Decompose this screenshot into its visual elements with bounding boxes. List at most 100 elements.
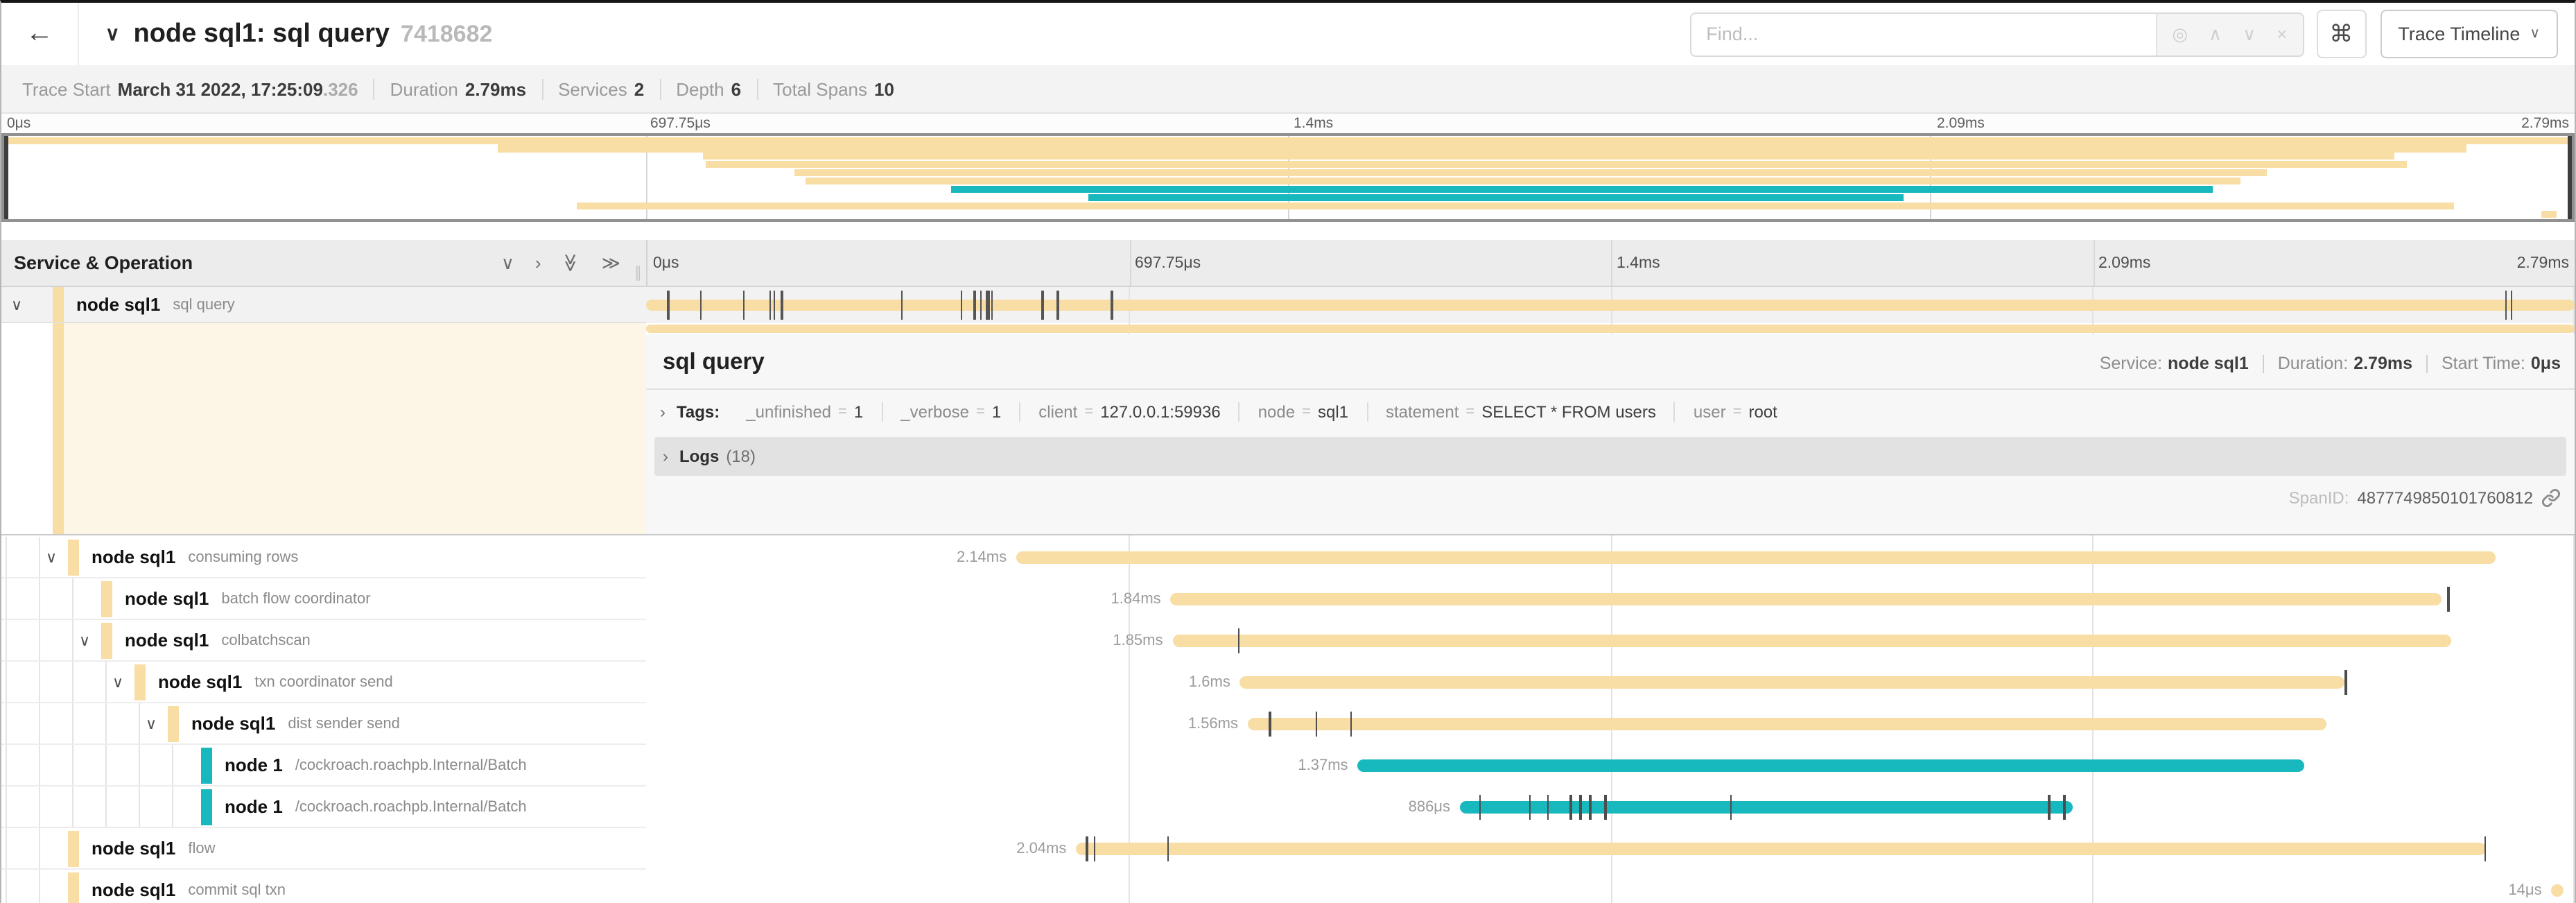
span-bar[interactable] [1358,759,2305,772]
span-row-timeline-cell[interactable] [646,287,2575,323]
collapse-one-icon[interactable]: ∨ [501,254,514,272]
log-marker[interactable] [1041,291,1043,320]
minimap-right-handle[interactable] [2568,136,2572,219]
span-bar[interactable] [1248,718,2326,730]
logs-accordion[interactable]: › Logs (18) [654,437,2566,476]
locate-icon[interactable]: ◎ [2172,25,2188,43]
log-marker[interactable] [1479,795,1481,820]
log-marker[interactable] [668,291,670,320]
span-row[interactable]: ∨node sql1consuming rows2.14ms [1,537,2575,578]
log-marker[interactable] [991,291,993,320]
log-marker[interactable] [1269,712,1271,737]
log-marker[interactable] [1547,795,1549,820]
log-marker[interactable] [1589,795,1591,820]
chevron-down-icon[interactable]: ∨ [46,548,57,566]
span-bar[interactable] [646,300,2575,311]
back-button[interactable]: ← [1,3,79,65]
find-input[interactable] [1691,13,2155,55]
span-row-timeline-cell[interactable]: 1.85ms [646,620,2575,662]
log-marker[interactable] [974,291,976,320]
log-marker[interactable] [2048,795,2051,820]
find-next-icon[interactable]: ∨ [2243,25,2256,43]
log-marker[interactable] [1570,795,1572,820]
log-marker[interactable] [769,291,772,320]
chevron-down-icon[interactable]: ∨ [112,673,123,691]
span-row-timeline-cell[interactable]: 2.14ms [646,537,2575,578]
minimap-left-handle[interactable] [4,136,8,219]
keyboard-shortcuts-button[interactable]: ⌘ [2316,10,2366,58]
log-marker[interactable] [1579,795,1581,820]
trace-collapse-icon[interactable]: ∨ [105,22,120,46]
column-resize-grip[interactable]: ∥ [634,264,642,286]
span-row-timeline-cell[interactable]: 1.84ms [646,578,2575,620]
span-bar[interactable] [1016,551,2496,564]
log-marker[interactable] [980,291,982,320]
span-row-name-cell[interactable]: node sql1flow [1,828,646,870]
log-marker[interactable] [1350,712,1352,737]
span-row[interactable]: ∨node sql1sql query [1,287,2575,323]
span-row-name-cell[interactable]: node sql1batch flow coordinator [1,578,646,620]
chevron-down-icon[interactable]: ∨ [146,714,157,732]
span-row[interactable]: node 1/cockroach.roachpb.Internal/Batch8… [1,786,2575,828]
span-row-timeline-cell[interactable]: 2.04ms [646,828,2575,870]
log-marker[interactable] [2447,587,2449,612]
log-marker[interactable] [742,291,745,320]
log-marker[interactable] [2345,670,2347,695]
log-marker[interactable] [1529,795,1531,820]
span-row[interactable]: node sql1batch flow coordinator1.84ms [1,578,2575,620]
span-row-name-cell[interactable]: ∨node sql1consuming rows [1,537,646,578]
timeline-minimap[interactable] [1,133,2575,222]
log-marker[interactable] [700,291,702,320]
span-row-name-cell[interactable]: node sql1commit sql txn [1,870,646,903]
span-row-timeline-cell[interactable]: 886μs [646,786,2575,828]
span-row-name-cell[interactable]: ∨node sql1txn coordinator send [1,662,646,703]
log-marker[interactable] [1238,628,1240,653]
log-marker[interactable] [2484,836,2486,861]
span-row-timeline-cell[interactable]: 1.56ms [646,703,2575,745]
log-marker[interactable] [1730,795,1732,820]
span-row[interactable]: ∨node sql1dist sender send1.56ms [1,703,2575,745]
log-marker[interactable] [1093,836,1095,861]
find-clear-icon[interactable]: × [2277,25,2287,43]
span-bar[interactable] [1171,593,2442,605]
log-marker[interactable] [1057,291,1059,320]
span-row[interactable]: node 1/cockroach.roachpb.Internal/Batch1… [1,745,2575,786]
log-marker[interactable] [1315,712,1317,737]
span-row-timeline-cell[interactable]: 14μs [646,870,2575,903]
span-row[interactable]: node sql1commit sql txn14μs [1,870,2575,903]
span-bar[interactable] [1460,801,2073,814]
span-row-name-cell[interactable]: ∨node sql1colbatchscan [1,620,646,662]
chevron-down-icon[interactable]: ∨ [79,631,90,649]
log-marker[interactable] [2511,291,2513,320]
log-marker[interactable] [1086,836,1088,861]
log-marker[interactable] [960,291,962,320]
span-bar[interactable] [2552,884,2564,897]
tags-accordion[interactable]: › Tags: _unfinished=1_verbose=1client=12… [646,390,2575,434]
span-bar[interactable] [1172,635,2451,647]
span-row-name-cell[interactable]: node 1/cockroach.roachpb.Internal/Batch [1,786,646,828]
log-marker[interactable] [774,291,776,320]
span-row-name-cell[interactable]: ∨node sql1dist sender send [1,703,646,745]
log-marker[interactable] [1111,291,1113,320]
link-icon[interactable] [2541,488,2561,508]
chevron-down-icon[interactable]: ∨ [11,295,22,313]
log-marker[interactable] [781,291,783,320]
span-row[interactable]: node sql1flow2.04ms [1,828,2575,870]
log-marker[interactable] [987,291,989,320]
log-marker[interactable] [2505,291,2507,320]
expand-all-icon[interactable]: ≫ [602,254,620,272]
span-bar[interactable] [1240,676,2345,689]
trace-view-selector[interactable]: Trace Timeline ∨ [2380,10,2558,58]
detail-span-bar[interactable] [646,325,2575,333]
span-bar[interactable] [1076,843,2486,855]
collapse-all-icon[interactable]: ≫ [562,253,580,272]
span-row[interactable]: ∨node sql1txn coordinator send1.6ms [1,662,2575,703]
log-marker[interactable] [1167,836,1169,861]
log-marker[interactable] [2064,795,2066,820]
span-row[interactable]: ∨node sql1colbatchscan1.85ms [1,620,2575,662]
expand-one-icon[interactable]: › [535,254,541,272]
span-row-timeline-cell[interactable]: 1.6ms [646,662,2575,703]
span-row-timeline-cell[interactable]: 1.37ms [646,745,2575,786]
log-marker[interactable] [1605,795,1607,820]
find-prev-icon[interactable]: ∧ [2209,25,2222,43]
